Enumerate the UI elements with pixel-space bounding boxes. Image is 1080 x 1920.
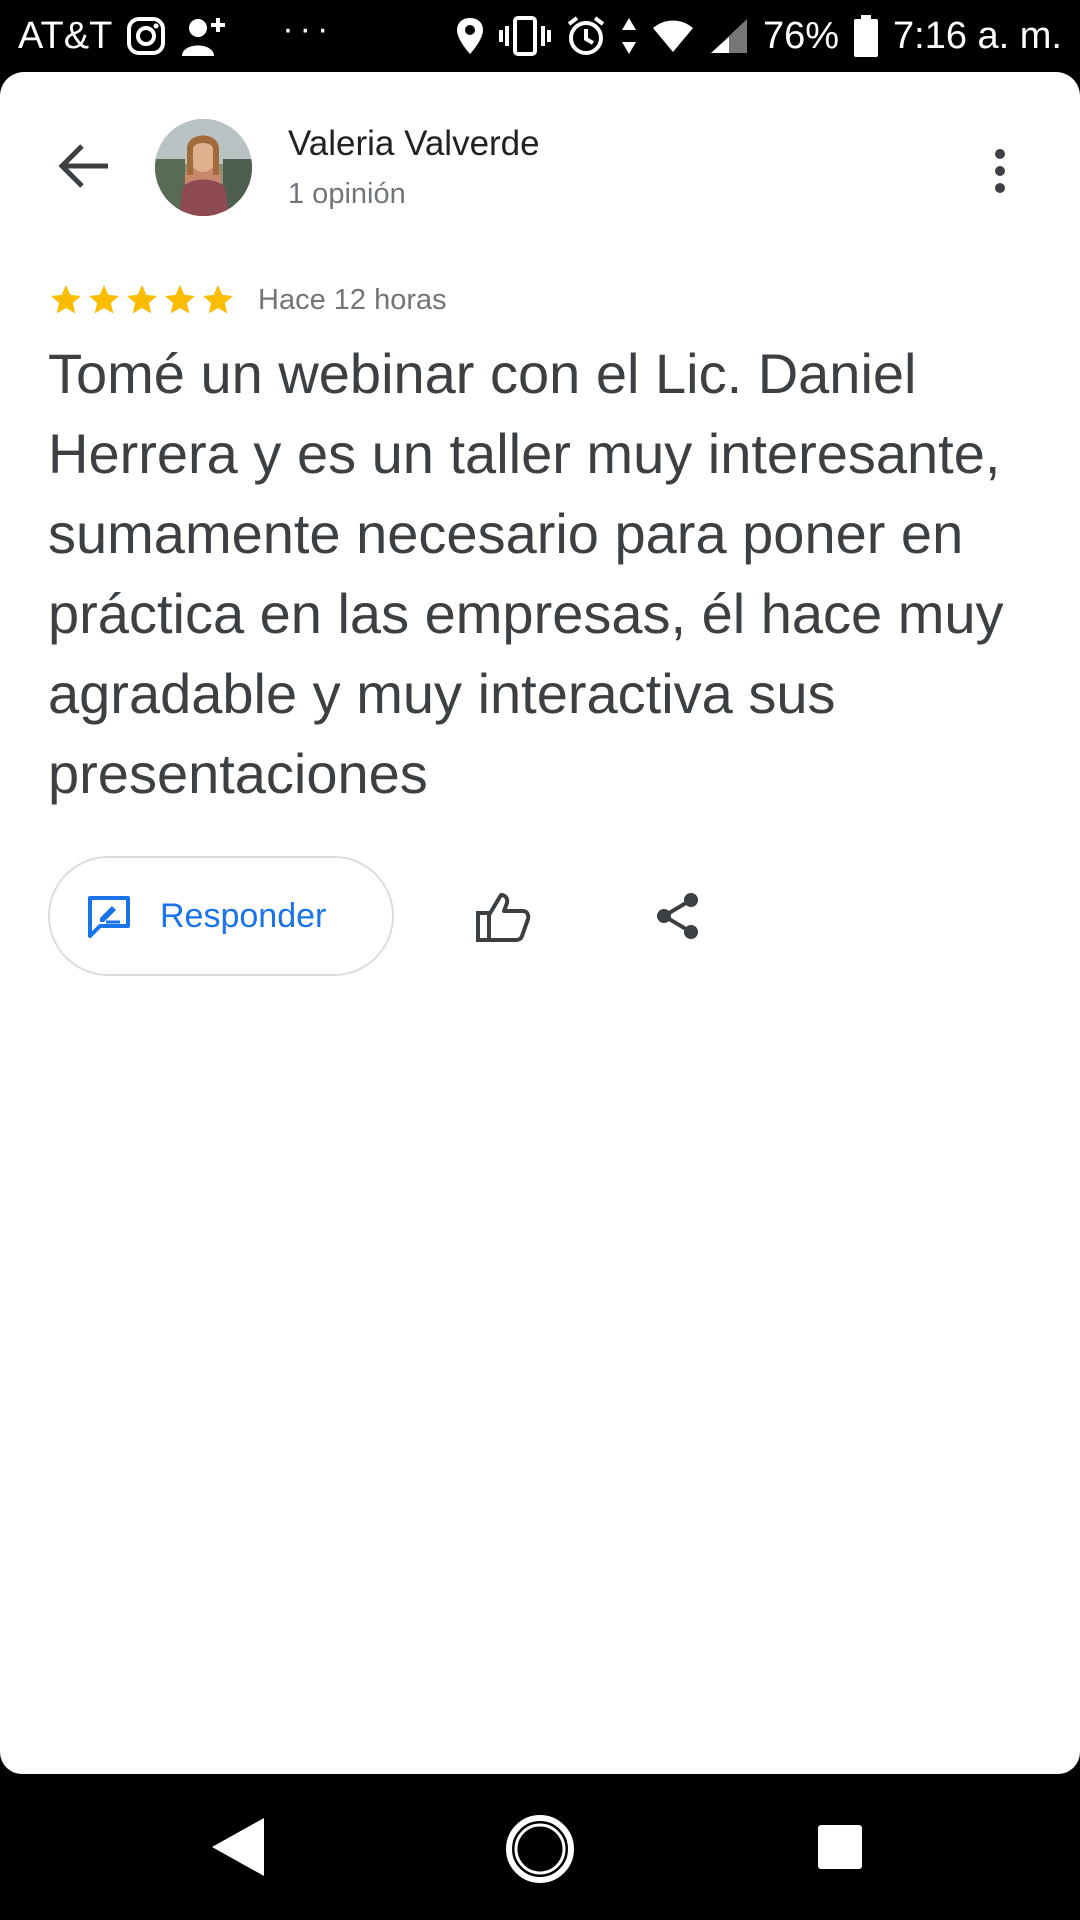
star-icon	[203, 285, 233, 314]
share-icon	[657, 893, 698, 939]
more-vert-icon	[995, 149, 1005, 193]
nav-home-button[interactable]	[505, 1814, 575, 1889]
alarm-icon	[565, 14, 607, 58]
wifi-icon	[651, 14, 695, 58]
share-button[interactable]	[648, 886, 708, 946]
instagram-icon	[126, 14, 166, 58]
battery-icon	[853, 14, 879, 58]
user-review-count: 1 opinión	[288, 178, 406, 210]
vibrate-icon	[498, 14, 551, 58]
review-text: Tomé un webinar con el Lic. Daniel Herre…	[48, 342, 1004, 805]
arrow-back-icon	[58, 144, 108, 188]
avatar-photo	[155, 119, 252, 216]
like-button[interactable]	[468, 882, 538, 952]
reply-button[interactable]: Responder	[48, 856, 394, 976]
nav-back-button[interactable]	[210, 1816, 266, 1883]
clock: 7:16 a. m.	[893, 14, 1062, 57]
nav-recent-apps-button[interactable]	[817, 1824, 863, 1875]
review-card: Valeria Valverde 1 opinión Hace 12 horas…	[0, 72, 1080, 1774]
location-icon	[455, 14, 485, 58]
add-person-icon	[180, 14, 228, 58]
signal-icon	[709, 14, 749, 58]
review-time: Hace 12 horas	[258, 283, 447, 316]
user-name[interactable]: Valeria Valverde	[288, 124, 540, 164]
reply-icon	[88, 896, 130, 938]
avatar[interactable]	[155, 119, 252, 216]
star-rating	[48, 282, 236, 318]
back-button[interactable]	[52, 134, 116, 198]
review-actions: Responder	[48, 856, 1028, 976]
star-icon	[51, 285, 81, 314]
carrier-label: AT&T	[18, 14, 113, 57]
thumb-up-icon	[476, 893, 531, 942]
system-nav-bar	[0, 1774, 1080, 1920]
header: Valeria Valverde 1 opinión	[0, 72, 1080, 262]
more-notifications: ···	[282, 9, 335, 48]
star-icon	[89, 285, 119, 314]
rating-row: Hace 12 horas	[48, 282, 447, 318]
triangle-back-icon	[212, 1818, 264, 1876]
circle-home-icon	[506, 1815, 574, 1883]
more-options-button[interactable]	[980, 144, 1020, 198]
data-transfer-icon	[621, 14, 637, 58]
battery-percent: 76%	[762, 14, 840, 57]
star-icon	[165, 285, 195, 314]
square-recents-icon	[818, 1825, 862, 1869]
reply-label: Responder	[160, 896, 327, 935]
status-bar: AT&T ··· 76% 7:16 a. m.	[0, 0, 1080, 72]
star-icon	[127, 285, 157, 314]
